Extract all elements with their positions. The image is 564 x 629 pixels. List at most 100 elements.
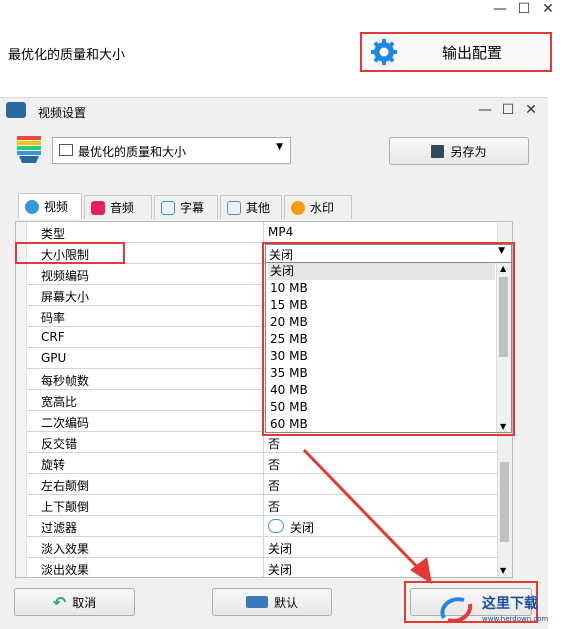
- property-name: 宽高比: [41, 395, 78, 409]
- site-watermark: 这里下载 www.herdown.com: [432, 588, 564, 628]
- grid-scroll-down-icon[interactable]: ▼: [500, 566, 506, 575]
- table-row[interactable]: 类型 MP4: [16, 222, 498, 243]
- tab-subtitle[interactable]: 字幕: [154, 195, 218, 219]
- property-value[interactable]: 否: [268, 477, 280, 494]
- column-separator: [263, 537, 264, 558]
- tab-other-label: 其他: [246, 201, 271, 215]
- film-icon: [59, 144, 73, 156]
- dialog-title: 视频设置: [38, 106, 87, 120]
- row-margin: [16, 495, 27, 516]
- row-margin: [16, 285, 27, 306]
- column-separator: [263, 222, 264, 243]
- watermark-icon: [291, 200, 305, 215]
- row-margin: [16, 264, 27, 285]
- tab-audio-label: 音频: [110, 201, 135, 215]
- table-row[interactable]: 上下颠倒 否: [16, 495, 498, 516]
- table-row[interactable]: 淡出效果 关闭: [16, 558, 498, 577]
- table-row[interactable]: 旋转 否: [16, 453, 498, 474]
- dialog-maximize-button[interactable]: ☐: [499, 101, 517, 119]
- dialog-close-button[interactable]: ✕: [522, 101, 540, 119]
- tab-subtitle-label: 字幕: [180, 201, 205, 215]
- default-button[interactable]: 默认: [212, 588, 332, 616]
- property-name: 码率: [41, 311, 66, 325]
- property-value[interactable]: 否: [268, 435, 280, 452]
- property-name: 旋转: [41, 458, 66, 472]
- table-row[interactable]: 过滤器 关闭: [16, 516, 498, 537]
- profile-label: 最优化的质量和大小: [8, 48, 126, 63]
- maximize-button[interactable]: ☐: [515, 0, 533, 18]
- dialog-minimize-button[interactable]: —: [476, 101, 494, 119]
- property-name: 类型: [41, 227, 66, 241]
- property-name: 二次编码: [41, 416, 90, 430]
- column-separator: [263, 558, 264, 577]
- property-value[interactable]: 关闭: [268, 540, 292, 557]
- minimize-button[interactable]: —: [491, 0, 509, 18]
- close-button[interactable]: ✕: [539, 0, 557, 18]
- tab-audio[interactable]: 音频: [84, 195, 152, 219]
- property-name: 左右颠倒: [41, 479, 90, 493]
- floppy-icon: [431, 144, 445, 158]
- default-icon: [245, 596, 268, 608]
- output-config-highlight: [360, 32, 552, 72]
- property-name: 反交错: [41, 437, 78, 451]
- row-margin: [16, 474, 27, 495]
- watermark-site-url: www.herdown.com: [482, 615, 549, 623]
- dropdown-highlight: [262, 242, 515, 436]
- preset-select[interactable]: 最优化的质量和大小 ▼: [52, 137, 291, 164]
- cancel-label: 取消: [72, 595, 97, 610]
- save-as-label: 另存为: [450, 144, 487, 159]
- property-value[interactable]: 关闭: [268, 561, 292, 577]
- watermark-site-name: 这里下载: [482, 596, 538, 612]
- row-margin: [16, 327, 27, 348]
- tab-video-label: 视频: [44, 200, 69, 214]
- row-margin: [16, 222, 27, 243]
- row-margin: [16, 453, 27, 474]
- music-icon: [91, 200, 105, 215]
- row-margin: [16, 516, 27, 537]
- property-name: 淡出效果: [41, 563, 90, 577]
- property-name: 过滤器: [41, 521, 78, 535]
- row-margin: [16, 306, 27, 327]
- video-tab-icon: [25, 199, 39, 214]
- row-margin: [16, 369, 27, 390]
- chevron-down-icon: ▼: [276, 142, 283, 152]
- dialog-app-icon: [6, 102, 26, 118]
- row-margin: [16, 432, 27, 453]
- property-value[interactable]: 否: [268, 498, 280, 515]
- property-name: 淡入效果: [41, 542, 90, 556]
- back-arrow-icon: ↶: [52, 592, 67, 612]
- table-row[interactable]: 左右颠倒 否: [16, 474, 498, 495]
- property-name: 屏幕大小: [41, 290, 90, 304]
- table-row[interactable]: 淡入效果 关闭: [16, 537, 498, 558]
- grid-scroll-thumb[interactable]: [500, 462, 509, 542]
- property-name: 上下颠倒: [41, 500, 90, 514]
- row-margin: [16, 348, 27, 369]
- preset-icon: [16, 135, 42, 165]
- tab-watermark[interactable]: 水印: [284, 195, 352, 219]
- property-name: GPU: [41, 351, 67, 365]
- column-separator: [263, 495, 264, 516]
- property-value[interactable]: 否: [268, 456, 280, 473]
- property-value[interactable]: 关闭: [290, 519, 314, 536]
- property-name: 每秒帧数: [41, 374, 90, 388]
- save-as-button[interactable]: 另存为: [389, 137, 529, 165]
- property-value[interactable]: MP4: [268, 225, 293, 239]
- tab-video[interactable]: 视频: [18, 193, 82, 219]
- sliders-icon: [227, 200, 241, 215]
- row-margin: [16, 411, 27, 432]
- cancel-button[interactable]: ↶ 取消: [14, 588, 135, 616]
- row-margin: [16, 558, 27, 577]
- column-separator: [263, 516, 264, 537]
- size-limit-label-highlight: [15, 242, 125, 264]
- column-separator: [263, 474, 264, 495]
- row-margin: [16, 390, 27, 411]
- tab-watermark-label: 水印: [310, 201, 335, 215]
- property-name: 视频编码: [41, 269, 90, 283]
- row-margin: [16, 537, 27, 558]
- preset-value: 最优化的质量和大小: [78, 145, 187, 159]
- toggle-off-icon[interactable]: [268, 519, 284, 533]
- tab-other[interactable]: 其他: [220, 195, 282, 219]
- property-name: CRF: [41, 330, 65, 344]
- watermark-logo-icon: [436, 594, 476, 627]
- column-separator: [263, 453, 264, 474]
